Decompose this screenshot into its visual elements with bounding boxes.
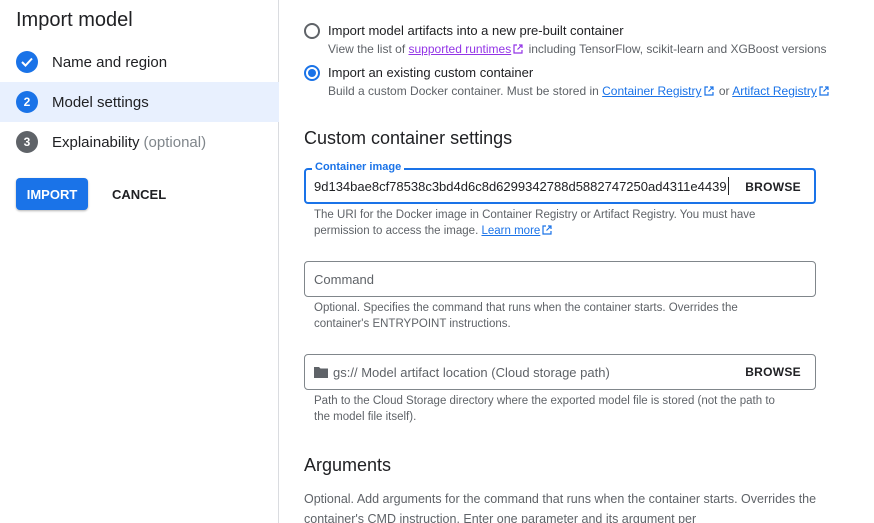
option-title: Import model artifacts into a new pre-bu… bbox=[328, 23, 624, 38]
option-description: Build a custom Docker container. Must be… bbox=[328, 83, 831, 99]
text-cursor bbox=[728, 177, 729, 195]
cancel-button[interactable]: CANCEL bbox=[104, 178, 174, 210]
artifact-browse-button[interactable]: BROWSE bbox=[745, 365, 801, 379]
optional-tag: (optional) bbox=[143, 133, 207, 151]
supported-runtimes-link[interactable]: supported runtimes bbox=[409, 42, 512, 56]
arguments-description: Optional. Add arguments for the command … bbox=[304, 492, 817, 523]
option-description: View the list of supported runtimes incl… bbox=[328, 42, 827, 56]
page-title: Import model bbox=[16, 9, 133, 31]
step-number: 3 bbox=[16, 131, 38, 153]
open-in-new-icon bbox=[542, 225, 552, 235]
command-input[interactable]: Command bbox=[314, 272, 374, 287]
step-label: Name and region bbox=[52, 53, 168, 71]
open-in-new-icon bbox=[513, 44, 523, 54]
container-image-input[interactable]: 9d134bae8cf78538c3bd4d6c8d6299342788d588… bbox=[314, 179, 734, 194]
container-image-hint: The URI for the Docker image in Containe… bbox=[314, 209, 756, 237]
artifact-location-input[interactable]: gs:// Model artifact location (Cloud sto… bbox=[333, 365, 610, 380]
container-image-label: Container image bbox=[312, 161, 405, 173]
artifact-location-hint: Path to the Cloud Storage directory wher… bbox=[314, 395, 775, 423]
container-registry-link[interactable]: Container Registry bbox=[602, 84, 701, 98]
step-explainability[interactable]: 3 Explainability (optional) bbox=[0, 122, 279, 162]
import-button[interactable]: IMPORT bbox=[16, 178, 88, 210]
step-name-and-region[interactable]: Name and region bbox=[0, 42, 279, 82]
open-in-new-icon bbox=[703, 86, 714, 96]
command-hint: Optional. Specifies the command that run… bbox=[314, 302, 738, 330]
option-custom-container[interactable]: Import an existing custom container Buil… bbox=[304, 64, 831, 99]
stepper-panel: Import model Name and region 2 Model set… bbox=[0, 0, 279, 523]
custom-container-settings-heading: Custom container settings bbox=[304, 128, 513, 148]
folder-icon bbox=[314, 367, 328, 378]
learn-more-link[interactable]: Learn more bbox=[481, 225, 540, 237]
step-label: Model settings bbox=[52, 93, 149, 111]
radio-custom[interactable] bbox=[304, 65, 320, 81]
option-title: Import an existing custom container bbox=[328, 65, 534, 80]
artifact-location-field[interactable]: gs:// Model artifact location (Cloud sto… bbox=[304, 354, 816, 390]
container-image-field[interactable]: Container image 9d134bae8cf78538c3bd4d6c… bbox=[304, 161, 816, 204]
step-model-settings[interactable]: 2 Model settings bbox=[0, 82, 279, 122]
command-field[interactable]: Command bbox=[304, 261, 816, 297]
artifact-registry-link[interactable]: Artifact Registry bbox=[732, 84, 817, 98]
open-in-new-icon bbox=[819, 86, 829, 96]
check-circle-icon bbox=[16, 51, 38, 73]
arguments-heading: Arguments bbox=[304, 455, 392, 475]
model-settings-form: Import model artifacts into a new pre-bu… bbox=[280, 0, 874, 523]
step-number: 2 bbox=[16, 91, 38, 113]
radio-prebuilt[interactable] bbox=[304, 23, 320, 39]
container-image-browse-button[interactable]: BROWSE bbox=[745, 180, 801, 194]
step-label: Explainability (optional) bbox=[52, 133, 207, 151]
option-prebuilt-container[interactable]: Import model artifacts into a new pre-bu… bbox=[304, 22, 827, 57]
